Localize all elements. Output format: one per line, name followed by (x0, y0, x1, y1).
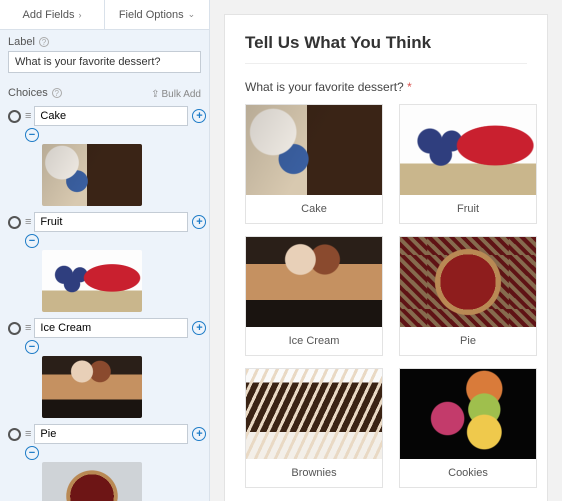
choices-list: ≡ + − ≡ + − ≡ + (0, 106, 209, 501)
image-choice-option[interactable]: Ice Cream (245, 236, 383, 356)
image-choice-option[interactable]: Cake (245, 104, 383, 224)
default-radio[interactable] (8, 428, 21, 441)
choice-label-input[interactable] (34, 212, 188, 232)
choice-row: ≡ + (8, 212, 201, 232)
label-heading: Label ? (8, 36, 201, 48)
add-choice-button[interactable]: + (192, 321, 206, 335)
image-choice-option[interactable]: Pie (399, 236, 537, 356)
tab-add-fields[interactable]: Add Fields › (0, 0, 105, 29)
option-label: Cookies (448, 467, 488, 479)
add-choice-button[interactable]: + (192, 215, 206, 229)
option-label: Fruit (457, 203, 479, 215)
choice-row: ≡ + (8, 318, 201, 338)
pie-image (42, 462, 142, 501)
image-choice-grid: Cake Fruit Ice Cream Pie Brownies Cookie… (245, 104, 527, 488)
ice-cream-image (246, 237, 382, 327)
choice-image-thumb[interactable] (42, 144, 201, 206)
default-radio[interactable] (8, 110, 21, 123)
option-label: Brownies (291, 467, 336, 479)
fruit-image (42, 250, 142, 312)
choice-label-input[interactable] (34, 424, 188, 444)
form-title: Tell Us What You Think (245, 33, 527, 64)
cake-image (246, 105, 382, 195)
upload-icon: ⇪ (151, 89, 159, 100)
pie-image (400, 237, 536, 327)
choice-row: ≡ + (8, 424, 201, 444)
builder-sidebar: Add Fields › Field Options ⌄ Label ? Cho… (0, 0, 210, 501)
choice-label-input[interactable] (34, 318, 188, 338)
choice-image-thumb[interactable] (42, 250, 201, 312)
label-heading-text: Label (8, 36, 35, 48)
required-mark: * (407, 80, 412, 94)
help-icon[interactable]: ? (39, 37, 49, 47)
default-radio[interactable] (8, 216, 21, 229)
fruit-image (400, 105, 536, 195)
drag-handle-icon[interactable]: ≡ (25, 429, 30, 440)
cookies-image (400, 369, 536, 459)
remove-choice-button[interactable]: − (25, 234, 39, 248)
sidebar-tabs: Add Fields › Field Options ⌄ (0, 0, 209, 30)
choices-heading-text: Choices (8, 87, 48, 99)
add-choice-button[interactable]: + (192, 427, 206, 441)
field-label-input[interactable] (8, 51, 201, 73)
question-label: What is your favorite dessert? * (245, 80, 527, 94)
drag-handle-icon[interactable]: ≡ (25, 217, 30, 228)
choice-row: ≡ + (8, 106, 201, 126)
ice-cream-image (42, 356, 142, 418)
chevron-down-icon: ⌄ (188, 9, 196, 20)
tab-label: Add Fields (23, 9, 75, 21)
bulk-add-button[interactable]: ⇪ Bulk Add (151, 89, 201, 100)
drag-handle-icon[interactable]: ≡ (25, 323, 30, 334)
cake-image (42, 144, 142, 206)
tab-label: Field Options (119, 9, 184, 21)
add-choice-button[interactable]: + (192, 109, 206, 123)
label-section: Label ? (0, 30, 209, 73)
image-choice-option[interactable]: Fruit (399, 104, 537, 224)
remove-choice-button[interactable]: − (25, 128, 39, 142)
option-label: Ice Cream (289, 335, 340, 347)
choice-label-input[interactable] (34, 106, 188, 126)
form-card: Tell Us What You Think What is your favo… (224, 14, 548, 501)
choices-heading: Choices ? (8, 87, 62, 99)
chevron-right-icon: › (78, 10, 81, 20)
choice-image-thumb[interactable] (42, 356, 201, 418)
tab-field-options[interactable]: Field Options ⌄ (105, 0, 209, 29)
option-label: Cake (301, 203, 327, 215)
form-preview-pane: Tell Us What You Think What is your favo… (210, 0, 562, 501)
image-choice-option[interactable]: Cookies (399, 368, 537, 488)
brownies-image (246, 369, 382, 459)
choices-section: Choices ? ⇪ Bulk Add (0, 73, 209, 106)
question-text: What is your favorite dessert? (245, 80, 404, 94)
drag-handle-icon[interactable]: ≡ (25, 111, 30, 122)
option-label: Pie (460, 335, 476, 347)
choice-image-thumb[interactable] (42, 462, 201, 501)
remove-choice-button[interactable]: − (25, 340, 39, 354)
help-icon[interactable]: ? (52, 88, 62, 98)
bulk-add-label: Bulk Add (162, 89, 201, 100)
default-radio[interactable] (8, 322, 21, 335)
image-choice-option[interactable]: Brownies (245, 368, 383, 488)
remove-choice-button[interactable]: − (25, 446, 39, 460)
